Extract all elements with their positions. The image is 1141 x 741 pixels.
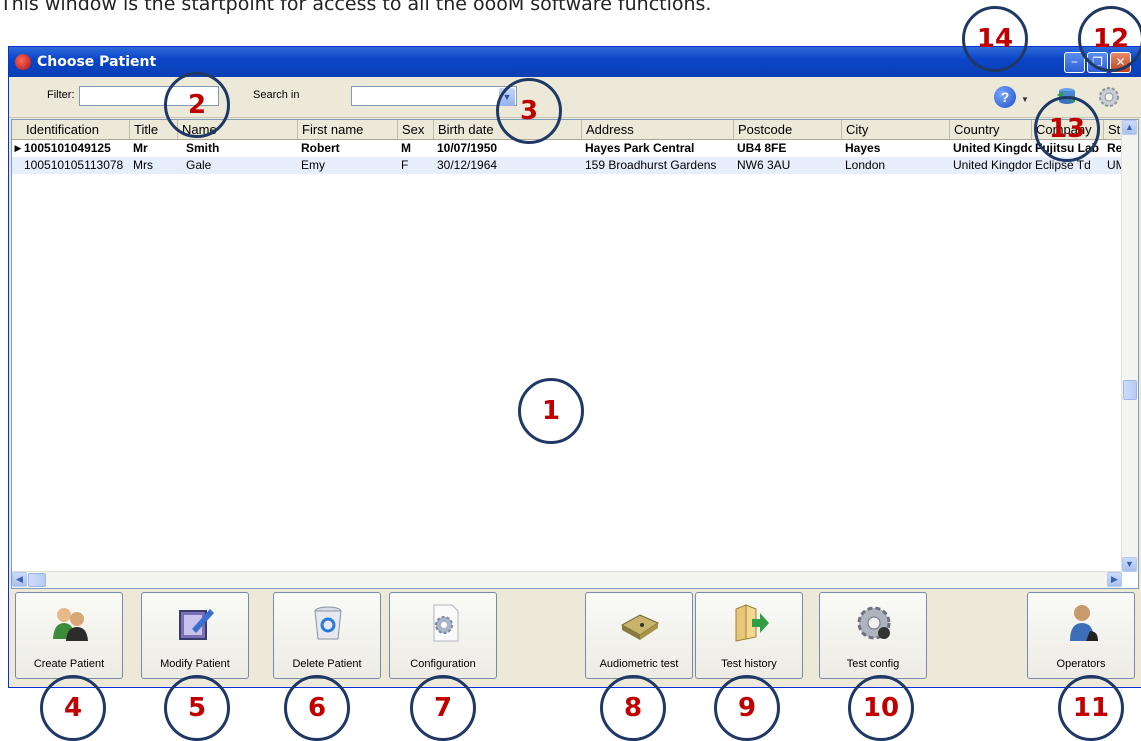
table-cell: F [401,158,409,172]
callout-7: 7 [410,675,476,741]
button-label: Audiometric test [599,658,679,670]
delete-patient-button[interactable]: Delete Patient [273,592,381,679]
users-icon [53,608,88,641]
horizontal-scrollbar[interactable]: ◀ ▶ [12,571,1122,588]
table-cell: United Kingdom [953,141,1032,155]
callout-6: 6 [284,675,350,741]
table-cell: UB4 8FE [737,141,787,155]
help-dropdown-icon[interactable]: ▼ [1021,95,1029,104]
patient-table[interactable]: Identification Title Name First name Sex… [11,119,1139,589]
choose-patient-window: Choose Patient − ❐ ✕ Filter: Search in ▼… [8,46,1141,688]
table-cell: United Kingdom [953,158,1032,172]
table-row[interactable]: 100510105113078 Mrs Gale Emy F 30/12/196… [12,157,1124,174]
table-cell: 30/12/1964 [437,158,498,172]
action-button-row: Create Patient Modify Patient Delete Pat… [9,592,1141,687]
button-label: Create Patient [33,658,105,670]
callout-8: 8 [600,675,666,741]
table-cell: Robert [301,141,340,155]
config-document-gear-icon [433,604,459,642]
callout-10: 10 [848,675,914,741]
filter-label: Filter: [47,89,75,101]
scroll-down-icon[interactable]: ▼ [1122,557,1137,572]
table-cell: M [401,141,411,155]
button-label: Configuration [410,658,476,670]
edit-tablet-icon [179,609,214,640]
table-cell: Mr [133,141,148,155]
callout-9: 9 [714,675,780,741]
configuration-button[interactable]: Configuration [389,592,497,679]
callout-13: 13 [1034,96,1100,162]
gears-icon [857,606,891,640]
scroll-right-icon[interactable]: ▶ [1107,572,1122,587]
table-cell: Smith [186,141,220,155]
test-history-button[interactable]: Test history [695,592,803,679]
callout-3: 3 [496,78,562,144]
table-cell: London [845,158,886,172]
column-header[interactable]: City [842,120,950,139]
button-label: Operators [1056,658,1106,670]
help-icon[interactable]: ? [994,86,1016,108]
table-cell: Hayes Park Central [585,141,695,155]
column-header[interactable]: Identification [12,120,130,139]
vertical-scrollbar[interactable]: ▲ ▼ [1121,120,1138,572]
audiometer-icon [620,614,660,640]
test-config-button[interactable]: Test config [819,592,927,679]
create-patient-button[interactable]: Create Patient [15,592,123,679]
column-header[interactable]: First name [298,120,398,139]
column-header[interactable]: Country [950,120,1032,139]
vertical-scroll-thumb[interactable] [1123,380,1137,400]
table-row[interactable]: ▶ 1005101049125 Mr Smith Robert M 10/07/… [12,140,1123,157]
table-cell: Emy [301,158,325,172]
table-cell: 10/07/1950 [437,141,498,155]
scroll-left-icon[interactable]: ◀ [12,572,27,587]
callout-14: 14 [962,6,1028,72]
table-cell: 100510105113078 [24,158,124,172]
column-header[interactable]: Sex [398,120,434,139]
button-label: Delete Patient [292,658,362,670]
operator-person-icon [1070,605,1098,641]
column-header[interactable]: Address [582,120,734,139]
button-label: Test history [721,658,777,670]
column-header[interactable]: Postcode [734,120,842,139]
folder-arrow-icon [735,604,769,642]
table-cell: 159 Broadhurst Gardens [585,158,717,172]
table-cell: 1005101049125 [24,141,111,155]
modify-patient-button[interactable]: Modify Patient [141,592,249,679]
table-cell: Hayes [845,141,881,155]
search-in-select[interactable]: ▼ [351,86,517,106]
callout-4: 4 [40,675,106,741]
callout-1: 1 [518,378,584,444]
search-in-label: Search in [253,89,300,101]
horizontal-scroll-thumb[interactable] [28,573,46,587]
table-cell: Mrs [133,158,153,172]
scroll-up-icon[interactable]: ▲ [1122,120,1137,135]
table-cell: NW6 3AU [737,158,791,172]
app-icon [15,54,31,70]
page-caption: This window is the startpoint for access… [0,0,712,15]
button-label: Modify Patient [160,658,230,670]
audiometric-test-button[interactable]: Audiometric test [585,592,693,679]
recycle-bin-icon [314,606,342,640]
callout-11: 11 [1058,675,1124,741]
callout-5: 5 [164,675,230,741]
callout-2: 2 [164,72,230,138]
settings-gear-icon[interactable] [1097,85,1121,109]
table-cell: Gale [186,158,212,172]
button-label: Test config [846,658,900,670]
callout-12: 12 [1078,6,1141,72]
window-title: Choose Patient [37,54,157,70]
operators-button[interactable]: Operators [1027,592,1135,679]
